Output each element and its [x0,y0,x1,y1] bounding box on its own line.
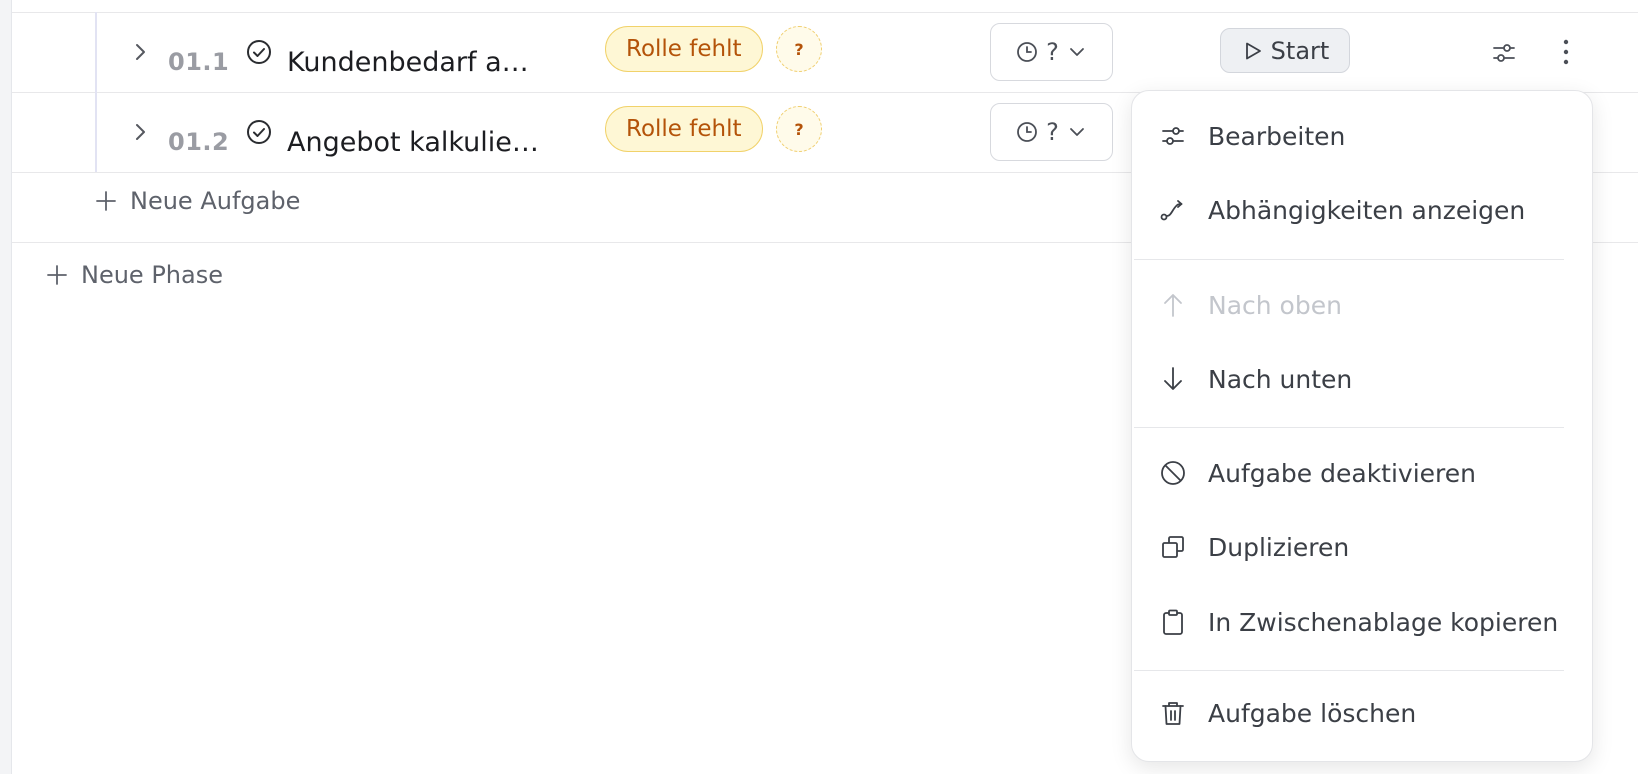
task-title[interactable]: Angebot kalkulie… [287,127,539,158]
menu-item-deaktivieren[interactable]: Aufgabe deaktivieren [1158,449,1572,497]
task-number: 01.2 [168,128,230,156]
duplicate-icon [1158,532,1188,562]
menu-item-label: Duplizieren [1208,532,1350,562]
menu-item-nach-oben: Nach oben [1158,281,1572,329]
chevron-right-icon[interactable] [128,40,152,64]
task-title[interactable]: Kundenbedarf a… [287,47,529,78]
menu-item-label: In Zwischenablage kopieren [1208,607,1559,637]
sliders-icon [1158,121,1188,151]
trash-icon [1158,698,1188,728]
task-row[interactable]: 01.1 Kundenbedarf a… Rolle fehlt ? ? Sta… [12,12,1638,93]
chevron-down-icon [1067,42,1087,62]
arrow-up-icon [1158,290,1188,320]
plus-icon [45,263,69,287]
menu-divider [1134,670,1564,671]
menu-item-loeschen[interactable]: Aufgabe löschen [1158,689,1572,737]
duration-select[interactable]: ? [990,103,1113,161]
menu-item-nach-unten[interactable]: Nach unten [1158,355,1572,403]
task-context-menu: Bearbeiten Abhängigkeiten anzeigen Nach … [1131,90,1593,762]
duration-value: ? [1046,118,1059,146]
menu-item-bearbeiten[interactable]: Bearbeiten [1158,112,1572,160]
chevron-right-icon[interactable] [128,120,152,144]
menu-item-label: Nach unten [1208,364,1353,394]
indent-guide [95,92,97,172]
clock-icon [1016,121,1038,143]
more-vertical-icon[interactable] [1556,36,1576,68]
task-number: 01.1 [168,48,230,76]
play-icon [1241,40,1263,62]
add-phase-label: Neue Phase [81,261,223,289]
menu-item-abhaengigkeiten[interactable]: Abhängigkeiten anzeigen [1158,186,1572,234]
role-missing-badge[interactable]: Rolle fehlt [605,106,763,152]
duration-value: ? [1046,38,1059,66]
clipboard-icon [1158,607,1188,637]
add-phase-button[interactable]: Neue Phase [45,261,223,289]
menu-item-duplizieren[interactable]: Duplizieren [1158,523,1572,571]
start-button[interactable]: Start [1220,28,1350,73]
menu-item-label: Bearbeiten [1208,121,1346,151]
add-task-label: Neue Aufgabe [130,187,301,215]
menu-divider [1134,259,1564,260]
ban-icon [1158,458,1188,488]
chevron-down-icon [1067,122,1087,142]
role-unknown-badge[interactable]: ? [776,106,822,152]
check-circle-icon[interactable] [244,117,274,147]
add-task-button[interactable]: Neue Aufgabe [94,187,300,215]
sliders-icon[interactable] [1490,39,1518,67]
menu-item-label: Nach oben [1208,290,1342,320]
menu-item-zwischenablage[interactable]: In Zwischenablage kopieren [1158,598,1572,646]
duration-select[interactable]: ? [990,23,1113,81]
check-circle-icon[interactable] [244,37,274,67]
arrow-down-icon [1158,364,1188,394]
menu-item-label: Abhängigkeiten anzeigen [1208,195,1526,225]
indent-guide [95,12,97,92]
role-missing-badge[interactable]: Rolle fehlt [605,26,763,72]
menu-item-label: Aufgabe deaktivieren [1208,458,1477,488]
clock-icon [1016,41,1038,63]
plus-icon [94,189,118,213]
start-label: Start [1270,36,1330,65]
menu-divider [1134,427,1564,428]
menu-item-label: Aufgabe löschen [1208,698,1417,728]
dependency-icon [1158,195,1188,225]
role-unknown-badge[interactable]: ? [776,26,822,72]
